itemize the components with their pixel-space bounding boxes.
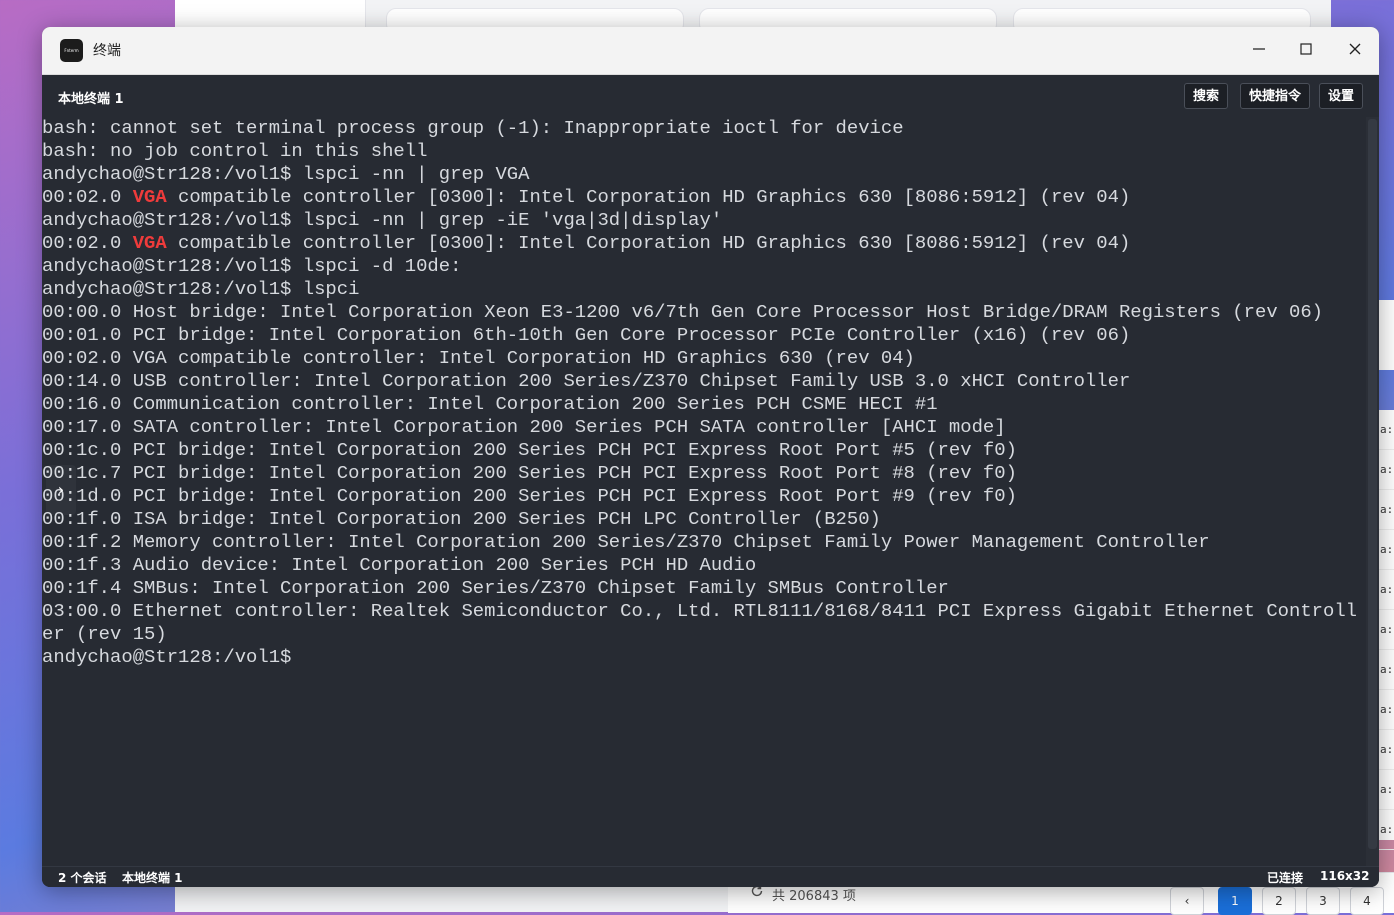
expand-panel-button[interactable]: › [46,465,76,515]
prev-page-button[interactable]: ‹ [1170,887,1204,915]
maximize-icon [1299,41,1313,60]
close-button[interactable] [1332,27,1378,73]
status-bar: 2 个会话 本地终端 1 已连接 116x32 [42,866,1379,887]
terminal-line: 00:00.0 Host bridge: Intel Corporation X… [42,301,1323,323]
connection-status: 已连接 [1267,871,1304,885]
terminal-size: 116x32 [1320,869,1370,883]
search-button[interactable]: 搜索 [1184,83,1229,109]
background-list-item: a:s [1378,570,1394,610]
maximize-button[interactable] [1283,27,1329,73]
terminal-line: 00:02.0 VGA compatible controller [0300]… [42,186,1131,208]
background-list: a:s a:s a:s a:s a:s a:s a:s a:s a:s a:s … [1378,410,1394,850]
terminal-line: 00:02.0 VGA compatible controller [0300]… [42,232,1131,254]
background-list-item: a:s [1378,610,1394,650]
terminal-line: 00:1f.3 Audio device: Intel Corporation … [42,554,757,576]
terminal-line: andychao@Str128:/vol1$ lspci -nn | grep … [42,209,723,231]
terminal-line: 00:1f.2 Memory controller: Intel Corpora… [42,531,1210,553]
terminal-line: andychao@Str128:/vol1$ lspci -nn | grep … [42,163,530,185]
page-button-4[interactable]: 4 [1350,887,1384,915]
terminal-line: andychao@Str128:/vol1$ [42,646,303,668]
terminal-line: 00:1c.0 PCI bridge: Intel Corporation 20… [42,439,1017,461]
background-list-item: a:s [1378,770,1394,810]
grep-match: VGA [132,186,167,208]
scrollbar-thumb[interactable] [1368,119,1377,849]
page-button-3[interactable]: 3 [1306,887,1340,915]
total-count: 共 206843 项 [772,889,856,904]
minimize-button[interactable] [1236,27,1282,73]
terminal-line: andychao@Str128:/vol1$ lspci -d 10de: [42,255,462,277]
terminal-window: Fnterm 终端 本地终端 1 搜索 快捷指令 设置 bash: cannot… [42,27,1379,887]
background-list-item: a:s [1378,730,1394,770]
grep-match: VGA [132,232,167,254]
title-bar[interactable]: Fnterm 终端 [42,27,1379,75]
app-icon: Fnterm [60,39,83,62]
terminal-line: 00:02.0 VGA compatible controller: Intel… [42,347,915,369]
terminal-line: bash: cannot set terminal process group … [42,117,904,139]
terminal-line: 00:1d.0 PCI bridge: Intel Corporation 20… [42,485,1017,507]
terminal-line: bash: no job control in this shell [42,140,428,162]
terminal-line: 00:17.0 SATA controller: Intel Corporati… [42,416,1006,438]
background-list-item: a:s [1378,450,1394,490]
background-list-item: a:s [1378,690,1394,730]
session-count: 2 个会话 [58,871,107,885]
terminal-line: 00:1c.7 PCI bridge: Intel Corporation 20… [42,462,1017,484]
terminal-line: 00:1f.4 SMBus: Intel Corporation 200 Ser… [42,577,949,599]
shortcuts-button[interactable]: 快捷指令 [1240,83,1311,109]
background-sidebar [175,0,366,28]
background-list-item: a:s [1378,810,1394,850]
terminal-scrollbar[interactable] [1366,117,1379,866]
minimize-icon [1252,41,1266,60]
terminal-line: 00:14.0 USB controller: Intel Corporatio… [42,370,1131,392]
background-list-item: a:s [1378,650,1394,690]
close-icon [1348,41,1362,60]
background-right-column [1378,300,1394,370]
settings-button[interactable]: 设置 [1319,83,1364,109]
terminal-output[interactable]: bash: cannot set terminal process group … [42,117,1366,866]
terminal-line: 00:16.0 Communication controller: Intel … [42,393,938,415]
terminal-toolbar: 本地终端 1 搜索 快捷指令 设置 [42,75,1379,117]
chevron-left-icon: ‹ [1184,894,1190,908]
page-button-1[interactable]: 1 [1218,887,1252,915]
current-session: 本地终端 1 [122,871,183,885]
chevron-right-icon: › [57,480,65,499]
terminal-line: 00:1f.0 ISA bridge: Intel Corporation 20… [42,508,881,530]
terminal-line: 03:00.0 Ethernet controller: Realtek Sem… [42,600,1358,622]
window-title: 终端 [93,43,121,59]
background-list-item: a:s [1378,530,1394,570]
page-button-2[interactable]: 2 [1262,887,1296,915]
terminal-line: 00:01.0 PCI bridge: Intel Corporation 6t… [42,324,1131,346]
terminal-line: andychao@Str128:/vol1$ lspci [42,278,360,300]
background-list-item: a:s [1378,410,1394,450]
session-tab-label[interactable]: 本地终端 1 [58,88,124,107]
background-list-item: a:s [1378,490,1394,530]
terminal-line: er (rev 15) [42,623,167,645]
